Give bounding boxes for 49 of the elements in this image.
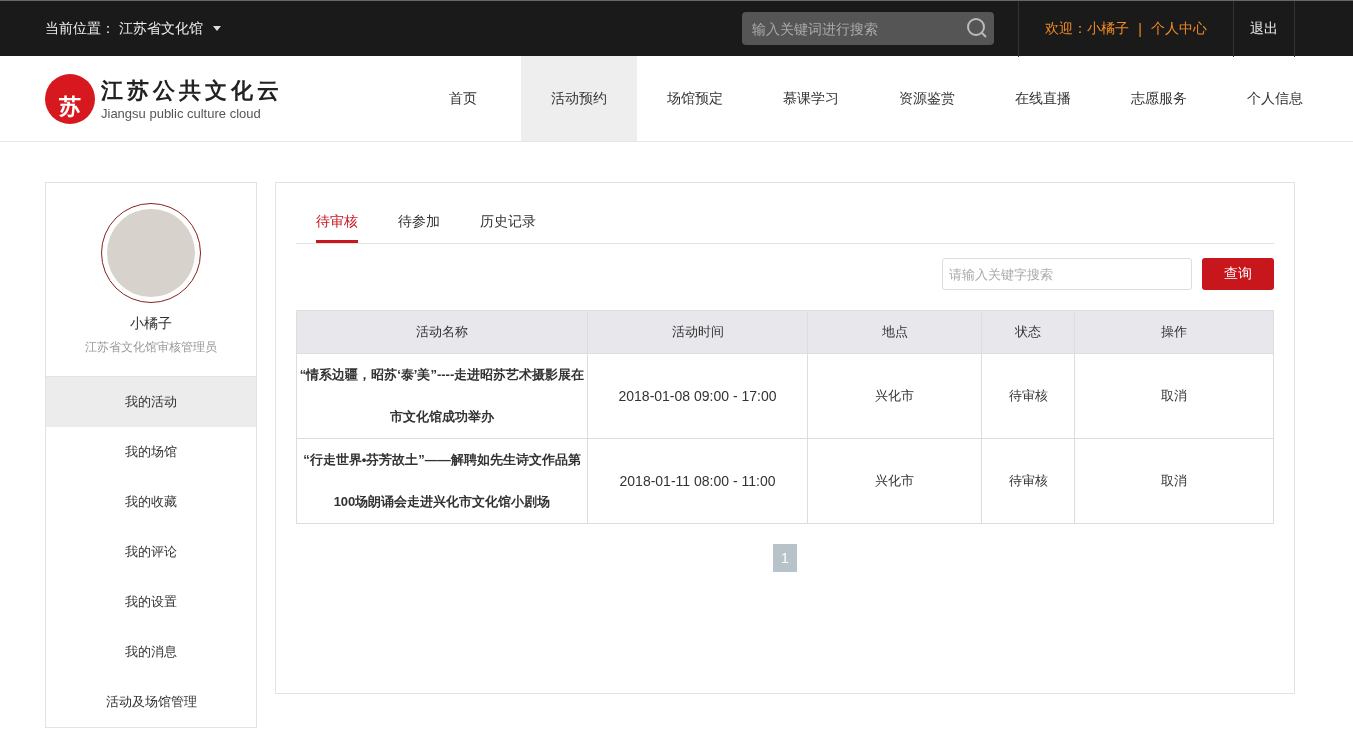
column-header: 活动名称: [296, 310, 588, 354]
table-cell: 兴化市: [807, 353, 982, 439]
tab[interactable]: 待参加: [398, 203, 440, 243]
column-header: 活动时间: [587, 310, 808, 354]
column-header: 状态: [981, 310, 1075, 354]
logo-mark: 苏: [45, 73, 95, 124]
search-field[interactable]: 输入关键词进行搜索: [742, 12, 995, 45]
search-icon[interactable]: [966, 17, 989, 39]
nav-item[interactable]: 首页: [405, 56, 521, 141]
sidebar-item[interactable]: 我的评论: [46, 527, 256, 577]
table-cell: 待审核: [981, 353, 1075, 439]
query-button[interactable]: 查询: [1202, 258, 1274, 290]
table-cell: 2018-01-08 09:00 - 17:00: [587, 353, 808, 439]
sidebar-item[interactable]: 我的消息: [46, 627, 256, 677]
sidebar-item[interactable]: 活动及场馆管理: [46, 677, 256, 727]
sidebar-item[interactable]: 我的收藏: [46, 477, 256, 527]
sidebar-item[interactable]: 我的场馆: [46, 427, 256, 477]
cancel-link[interactable]: 取消: [1074, 438, 1274, 524]
location-label: 当前位置：: [45, 19, 115, 38]
tab[interactable]: 历史记录: [480, 203, 536, 243]
nav-item[interactable]: 个人信息: [1217, 56, 1333, 141]
profile-name: 小橘子: [130, 315, 172, 333]
logout-link[interactable]: 退出: [1234, 0, 1295, 57]
table-cell: “情系边疆，昭苏‘泰’美”----走进昭苏艺术摄影展在市文化馆成功举办: [296, 353, 588, 439]
sidebar-item[interactable]: 我的设置: [46, 577, 256, 627]
logo-title: 江苏公共文化云: [101, 77, 283, 105]
nav-item[interactable]: 资源鉴赏: [869, 56, 985, 141]
logo-subtitle: Jiangsu public culture cloud: [101, 106, 262, 121]
nav-item[interactable]: 慕课学习: [753, 56, 869, 141]
table-cell: 2018-01-11 08:00 - 11:00: [587, 438, 808, 524]
user-center-link[interactable]: 个人中心: [1151, 19, 1207, 38]
table-cell: 兴化市: [807, 438, 982, 524]
location-dropdown[interactable]: 江苏省文化馆: [119, 19, 203, 38]
column-header: 操作: [1074, 310, 1274, 354]
caret-icon: [213, 26, 221, 31]
tab[interactable]: 待审核: [316, 203, 358, 243]
nav-item[interactable]: 活动预约: [521, 56, 637, 141]
nav-item[interactable]: 志愿服务: [1101, 56, 1217, 141]
cancel-link[interactable]: 取消: [1074, 353, 1274, 439]
sidebar-item[interactable]: 我的活动: [46, 377, 256, 427]
nav-item[interactable]: 场馆预定: [637, 56, 753, 141]
separator: |: [1138, 20, 1142, 37]
welcome-text: 欢迎：小橘子: [1045, 19, 1130, 38]
nav-item[interactable]: 在线直播: [985, 56, 1101, 141]
keyword-field[interactable]: 请输入关键字搜索: [942, 258, 1192, 290]
profile-role: 江苏省文化馆审核管理员: [85, 339, 217, 356]
table-cell: 待审核: [981, 438, 1075, 524]
table-cell: “行走世界•芬芳故土”——解聘如先生诗文作品第100场朗诵会走进兴化市文化馆小剧场: [296, 438, 588, 524]
column-header: 地点: [807, 310, 982, 354]
